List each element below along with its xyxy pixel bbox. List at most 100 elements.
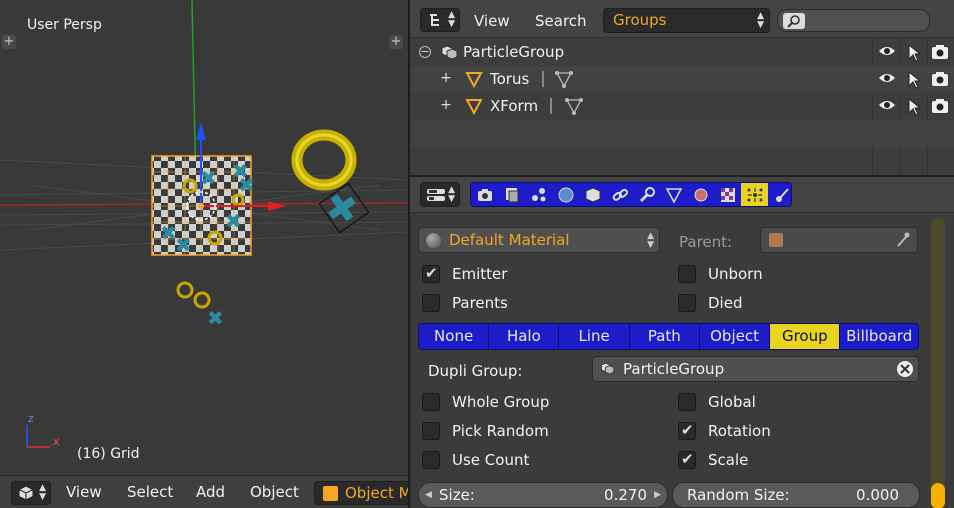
checkbox-box[interactable] (422, 422, 440, 440)
menu-search[interactable]: Search (535, 12, 587, 30)
outliner-header: ▲ ▼ View Search Groups ▲ ▼ (410, 0, 954, 38)
tab-mesh-data[interactable] (660, 183, 687, 206)
outliner-icon (430, 14, 439, 26)
render-type-path[interactable]: Path (629, 324, 700, 349)
size-value: 0.270 (604, 486, 647, 504)
checkbox-box[interactable] (422, 393, 440, 411)
editor-type-selector[interactable]: ▲ ▼ (420, 182, 460, 207)
mesh-data-icon[interactable] (555, 70, 573, 88)
eye-icon[interactable] (878, 71, 896, 89)
checkbox-box[interactable] (422, 451, 440, 469)
tab-scene[interactable] (525, 183, 552, 206)
mode-selector[interactable]: Object M (314, 481, 408, 505)
render-camera-icon[interactable] (931, 71, 949, 91)
clear-icon[interactable] (896, 360, 914, 378)
outliner-row-torus[interactable]: + Torus (410, 66, 954, 93)
tab-material[interactable] (687, 183, 714, 206)
material-sphere-icon (426, 233, 441, 248)
checkbox-box[interactable] (678, 265, 696, 283)
separator (542, 71, 544, 87)
context-tabs (470, 182, 792, 207)
menu-view[interactable]: View (66, 483, 102, 501)
material-value: Default Material (449, 231, 570, 249)
group-icon (601, 362, 615, 375)
properties-shelf-toggle-button[interactable]: + (389, 35, 403, 49)
world-icon (558, 187, 573, 202)
menu-select[interactable]: Select (127, 483, 173, 501)
checkbox-box[interactable] (422, 294, 440, 312)
render-type-halo[interactable]: Halo (489, 324, 560, 349)
render-type-group[interactable]: Group (770, 324, 841, 349)
checkbox-box[interactable] (678, 393, 696, 411)
checkbox-label: Global (708, 393, 756, 411)
render-type-billboard[interactable]: Billboard (840, 324, 918, 349)
checkbox-box[interactable] (422, 264, 440, 283)
display-mode-value: Groups (613, 11, 667, 29)
tab-texture[interactable] (714, 183, 741, 206)
select-pointer-icon[interactable] (907, 97, 922, 120)
tab-particles[interactable] (741, 183, 768, 206)
menu-view[interactable]: View (474, 12, 510, 30)
size-slider[interactable]: ◀ Size: 0.270 ▶ (418, 482, 668, 508)
menu-object[interactable]: Object (250, 483, 299, 501)
mesh-data-icon[interactable] (565, 97, 583, 115)
render-type-object[interactable]: Object (699, 324, 771, 349)
axis-x-label: x (53, 435, 60, 448)
object-icon (769, 233, 783, 247)
tab-constraints[interactable] (606, 183, 633, 206)
outliner-editor: ▲ ▼ View Search Groups ▲ ▼ − ParticleGroup… (410, 0, 954, 175)
editor-type-selector[interactable]: ▲ ▼ (420, 8, 460, 32)
material-icon (694, 188, 707, 201)
texture-icon (720, 187, 735, 202)
properties-scrollbar[interactable] (931, 217, 945, 507)
scrollbar-thumb[interactable] (931, 483, 945, 508)
constraint-link-icon (612, 188, 628, 201)
tab-world[interactable] (552, 183, 579, 206)
editor-type-selector[interactable]: ▲ ▼ (11, 481, 51, 505)
eye-icon[interactable] (878, 98, 896, 116)
render-type-none[interactable]: None (419, 324, 490, 349)
svg-text:✖: ✖ (175, 233, 192, 257)
checkbox-label: Scale (708, 451, 749, 469)
outliner-row-xform[interactable]: + XForm (410, 93, 954, 120)
checkbox-box[interactable] (678, 450, 696, 469)
outliner-row-particlegroup[interactable]: − ParticleGroup (410, 39, 954, 66)
active-object-label: (16) Grid (77, 446, 140, 462)
checkbox-box[interactable] (678, 294, 696, 312)
tab-physics[interactable] (768, 183, 791, 206)
select-pointer-icon[interactable] (907, 43, 922, 66)
cube-icon (18, 485, 34, 501)
checkbox-box[interactable] (678, 421, 696, 440)
eye-icon[interactable] (878, 44, 896, 62)
dupli-group-field[interactable]: ParticleGroup (592, 356, 919, 382)
expand-toggle[interactable]: + (440, 71, 452, 85)
display-mode-dropdown[interactable]: Groups ▲ ▼ (603, 8, 770, 33)
outliner-empty-row (410, 120, 954, 147)
camera-icon (477, 188, 492, 201)
render-type-line[interactable]: Line (559, 324, 630, 349)
menu-add[interactable]: Add (196, 483, 225, 501)
collapse-toggle[interactable]: − (419, 46, 431, 58)
svg-text:✖: ✖ (207, 306, 224, 330)
updown-arrows-icon: ▲ ▼ (39, 483, 46, 502)
toolshelf-toggle-button[interactable]: + (2, 35, 16, 49)
random-size-slider[interactable]: Random Size: 0.000 (672, 482, 920, 508)
increment-arrow-icon[interactable]: ▶ (654, 483, 661, 507)
svg-text:✖: ✖ (238, 173, 255, 197)
parent-label: Parent: (679, 233, 733, 251)
parent-field[interactable] (760, 227, 918, 253)
render-camera-icon[interactable] (931, 98, 949, 118)
tab-modifiers[interactable] (633, 183, 660, 206)
select-pointer-icon[interactable] (907, 70, 922, 93)
decrement-arrow-icon[interactable]: ◀ (425, 483, 432, 507)
expand-toggle[interactable]: + (440, 98, 452, 112)
tab-object[interactable] (579, 183, 606, 206)
search-input[interactable] (777, 9, 930, 32)
eyedropper-icon[interactable] (895, 231, 911, 249)
tab-render-layers[interactable] (498, 183, 525, 206)
updown-arrows-icon: ▲ ▼ (448, 10, 455, 29)
material-dropdown[interactable]: Default Material ▲ ▼ (418, 227, 660, 253)
3d-viewport[interactable]: ✖ ✖ ✖ ✖ ✖ ✖ ✖ ✖ z x User Persp + + (16) … (0, 0, 408, 475)
render-camera-icon[interactable] (931, 44, 949, 64)
tab-render[interactable] (471, 183, 498, 206)
